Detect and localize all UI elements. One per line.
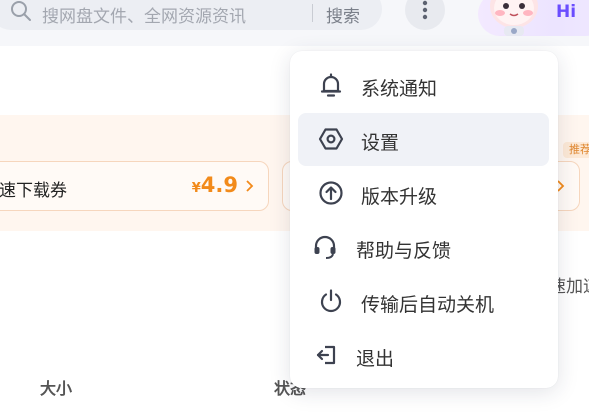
bell-icon [320,73,342,97]
search-button[interactable]: 搜索 [316,2,370,27]
search-icon [11,1,31,21]
chevron-right-icon [246,180,254,192]
search-input[interactable]: 搜网盘文件、全网资源资讯 [42,2,246,27]
app-window: 搜网盘文件、全网资源资讯 搜索 Hi 速下载券 ¥4.9 推荐 加 大小 状态 … [0,0,589,417]
coupon-card[interactable]: 速下载券 ¥4.9 [0,161,269,211]
search-divider [312,4,313,22]
more-button[interactable] [405,0,445,30]
menu-item-label: 版本升级 [361,186,438,208]
logout-icon [316,345,336,365]
menu-item-help-feedback[interactable]: 帮助与反馈 [298,221,549,274]
greeting-text[interactable]: Hi [556,2,576,22]
menu-item-logout[interactable]: 退出 [298,329,549,382]
menu-item-notifications[interactable]: 系统通知 [298,59,549,112]
search-bar[interactable]: 搜网盘文件、全网资源资讯 搜索 [0,0,382,30]
menu-item-label: 系统通知 [361,78,438,100]
headset-icon [314,235,336,259]
coupon-label: 速下载券 [0,181,67,201]
menu-item-auto-shutdown[interactable]: 传输后自动关机 [298,275,549,328]
column-header-size[interactable]: 大小 [40,375,72,399]
coupon-currency: ¥ [191,181,201,196]
power-icon [320,289,342,313]
menu-item-settings[interactable]: 设置 [298,113,549,166]
top-bar: 搜网盘文件、全网资源资讯 搜索 Hi [0,0,589,46]
recommend-tag: 推荐 [563,142,589,158]
more-vertical-icon [422,0,428,20]
mascot-avatar[interactable] [474,0,554,38]
coupon-price: ¥4.9 [192,173,238,197]
menu-item-label: 传输后自动关机 [361,294,495,316]
menu-item-label: 设置 [361,132,400,154]
settings-dropdown-menu: 系统通知 设置 版本升级 帮助与反馈 传输后自动关机 退出 [290,51,558,388]
menu-item-upgrade[interactable]: 版本升级 [298,167,549,220]
menu-item-label: 退出 [356,348,395,370]
coupon-price-value: 4.9 [200,173,238,197]
menu-item-label: 帮助与反馈 [356,240,452,262]
settings-hexagon-icon [318,128,344,150]
upgrade-arrow-icon [319,181,343,205]
